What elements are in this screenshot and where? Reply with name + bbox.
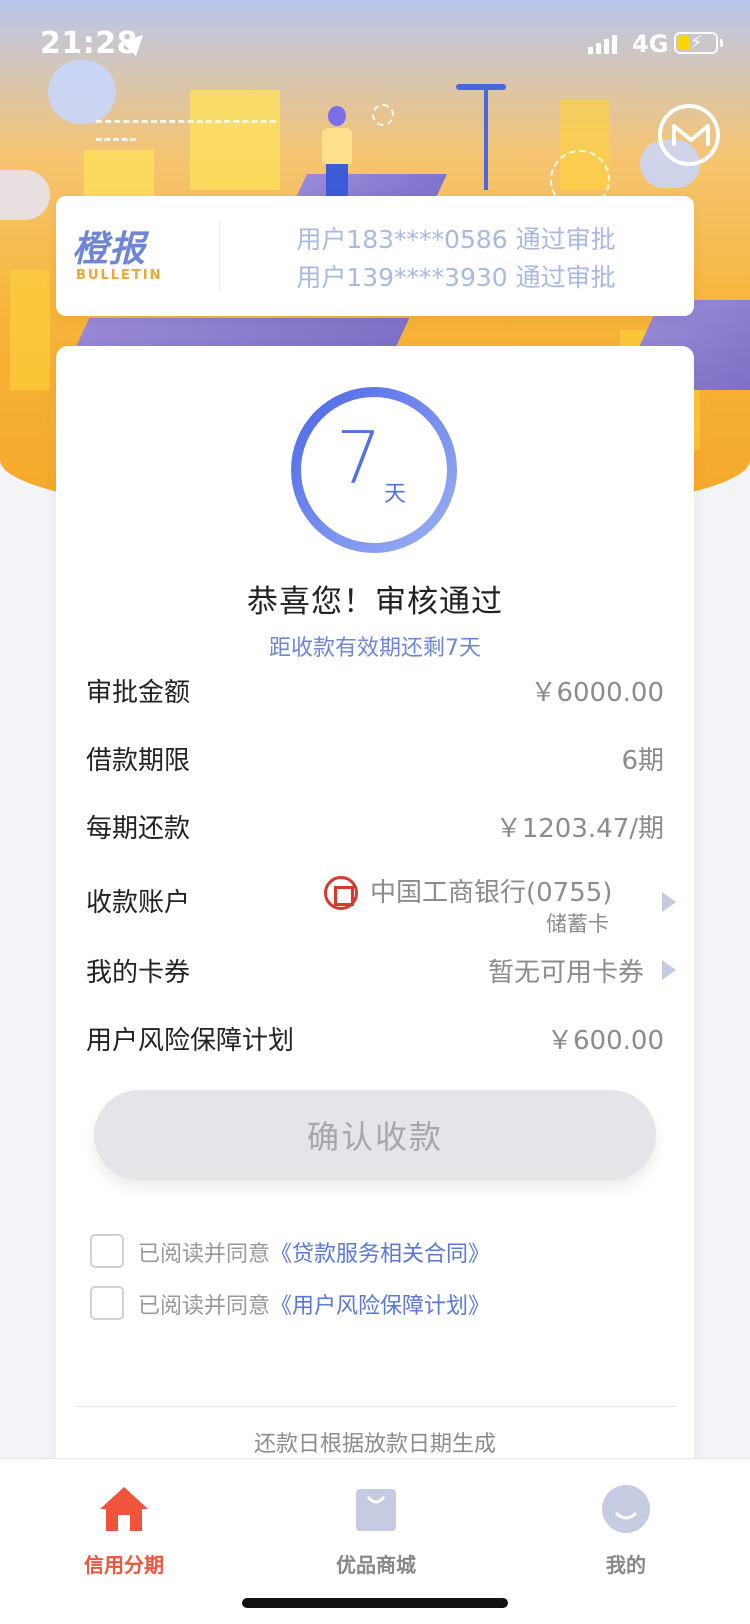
row-installment: 每期还款 ￥1203.47/期 [86,808,664,848]
row-label: 每期还款 [86,814,191,844]
row-value: ￥6000.00 [530,678,664,708]
envelope-icon [672,124,710,146]
repayment-footnote: 还款日根据放款日期生成 [253,1432,496,1457]
home-indicator [242,1598,508,1608]
agreement-checkbox[interactable] [90,1286,124,1320]
agreement-prefix: 已阅读并同意 [138,1294,271,1319]
bulletin-line: 用户139****3930 通过审批 [296,263,616,292]
circle-decoration [372,104,394,126]
shopping-bag-icon [356,1489,396,1531]
network-type: 4G [632,30,669,58]
row-value: ￥1203.47/期 [495,814,664,844]
row-approved-amount: 审批金额 ￥6000.00 [86,672,664,712]
home-icon [100,1487,148,1531]
tab-label: 优品商城 [336,1553,416,1577]
agreement-risk-plan[interactable]: 已阅读并同意《用户风险保障计划》 [90,1286,650,1322]
chevron-right-icon [662,892,676,912]
row-label: 用户风险保障计划 [86,1026,295,1056]
row-loan-term: 借款期限 6期 [86,740,664,780]
agreement-text: 已阅读并同意《贷款服务相关合同》 [138,1236,490,1268]
agreement-prefix: 已阅读并同意 [138,1242,271,1267]
approval-card: 7 天 恭喜您！审核通过 距收款有效期还剩7天 审批金额 ￥6000.00 借款… [56,346,694,1486]
signal-icon [588,34,617,54]
result-subtitle: 距收款有效期还剩7天 [269,636,481,661]
row-label: 借款期限 [86,746,191,776]
building-decoration [10,270,50,390]
row-value: ￥600.00 [547,1026,664,1056]
loan-contract-link[interactable]: 《贷款服务相关合同》 [270,1242,490,1267]
agreement-checkbox[interactable] [90,1234,124,1268]
countdown-unit: 天 [384,482,407,507]
tab-mine[interactable]: 我的 [546,1469,706,1577]
row-coupons[interactable]: 我的卡券 暂无可用卡券 [86,952,676,992]
countdown-number: 7 [336,416,382,500]
bulletin-logo-cn: 橙报 [72,229,147,270]
agreement-loan-contract[interactable]: 已阅读并同意《贷款服务相关合同》 [90,1234,650,1270]
bank-name: 中国工商银行(0755) [370,878,613,908]
confirm-receipt-button[interactable]: 确认收款 [94,1090,656,1180]
agreement-text: 已阅读并同意《用户风险保障计划》 [138,1288,490,1320]
bulletin-banner: 橙报 BULLETIN 用户183****0586 通过审批 用户139****… [56,196,694,316]
row-label: 审批金额 [86,678,191,708]
bank-logo-icon [324,876,358,910]
person-illustration [318,106,358,198]
row-risk-plan: 用户风险保障计划 ￥600.00 [86,1020,664,1060]
row-label: 收款账户 [86,888,191,918]
row-value: 暂无可用卡券 [487,958,644,988]
tab-shop[interactable]: 优品商城 [296,1469,456,1577]
profile-icon [602,1485,650,1533]
bulletin-logo-en: BULLETIN [76,268,163,283]
lamp-decoration [484,90,488,190]
row-value: 6期 [621,746,664,776]
building-decoration [190,90,280,190]
row-label: 我的卡券 [86,958,191,988]
bulletin-line: 用户183****0586 通过审批 [296,225,616,254]
card-type: 储蓄卡 [546,912,609,936]
bulletin-logo: 橙报 BULLETIN [70,220,220,292]
risk-plan-link[interactable]: 《用户风险保障计划》 [270,1294,490,1319]
chevron-right-icon [662,960,676,980]
row-account[interactable]: 收款账户 中国工商银行(0755) 储蓄卡 [86,876,676,938]
status-bar: 21:28 4G ⚡ [0,0,750,88]
countdown-ring: 7 天 [288,384,460,556]
tab-label: 信用分期 [84,1553,164,1577]
dash-decoration [96,120,276,123]
dash-decoration [96,138,136,141]
cloud-decoration [0,170,50,220]
battery-icon: ⚡ [674,32,718,54]
battery-tip [720,39,723,47]
divider [74,1406,676,1407]
result-title: 恭喜您！审核通过 [247,584,503,620]
service-icon[interactable] [658,104,720,166]
tab-credit-installment[interactable]: 信用分期 [44,1469,204,1577]
tab-label: 我的 [606,1553,646,1577]
